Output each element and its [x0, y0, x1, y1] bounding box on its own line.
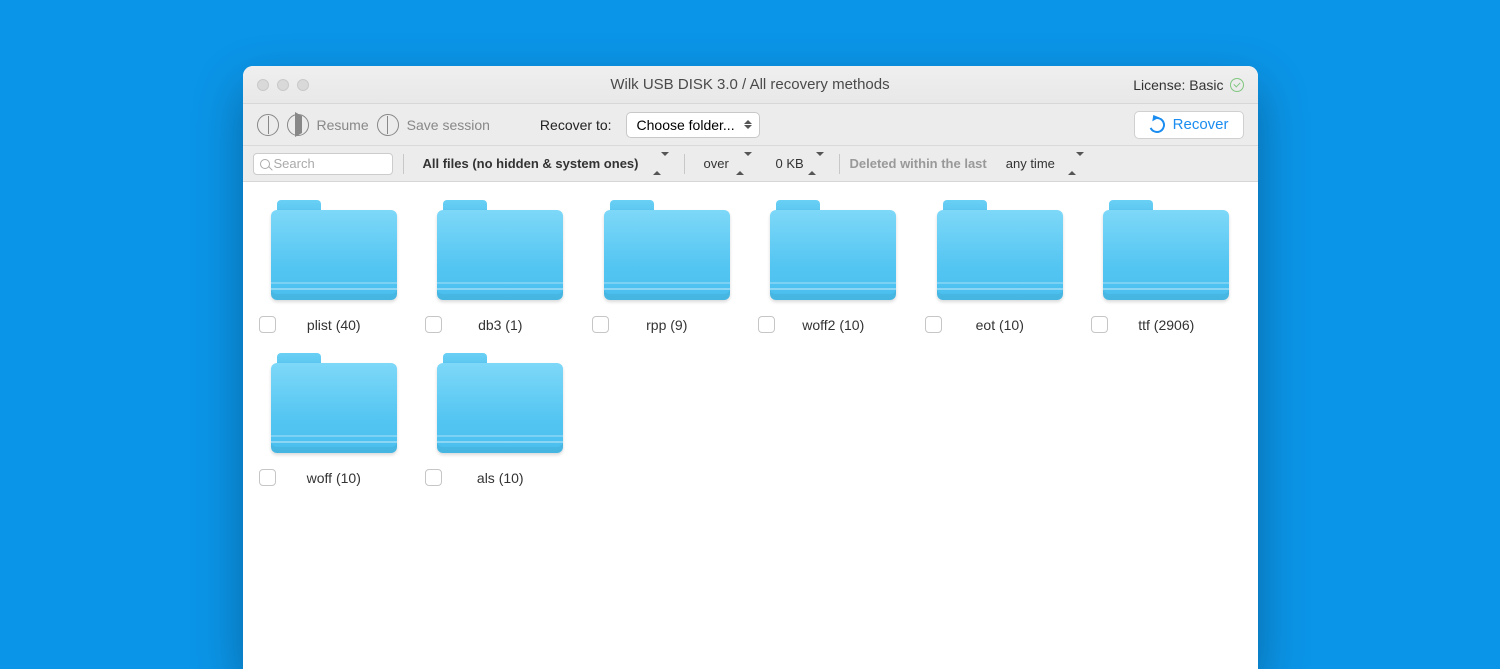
folder-item[interactable]: plist (40) — [251, 200, 418, 333]
divider — [684, 154, 685, 174]
search-icon — [260, 159, 270, 169]
recover-to-select[interactable]: Choose folder... — [626, 112, 760, 138]
folder-label: eot (10) — [925, 317, 1076, 333]
recover-button-label: Recover — [1173, 116, 1229, 133]
resume-button[interactable] — [287, 114, 309, 136]
folder-item[interactable]: als (10) — [417, 353, 584, 486]
resume-label: Resume — [317, 117, 369, 133]
folder-grid: plist (40) db3 (1) rpp (9) woff2 (10) eot (1… — [251, 200, 1250, 486]
folder-icon — [604, 200, 730, 300]
folder-label: woff2 (10) — [758, 317, 909, 333]
folder-icon — [271, 353, 397, 453]
check-circle-icon — [1230, 78, 1244, 92]
updown-icon — [808, 156, 824, 171]
app-window: Wilk USB DISK 3.0 / All recovery methods… — [243, 66, 1258, 669]
file-filter-select[interactable]: All files (no hidden & system ones) — [414, 153, 674, 175]
deleted-time-value: any time — [1006, 156, 1055, 171]
folder-item[interactable]: woff (10) — [251, 353, 418, 486]
folder-icon — [437, 353, 563, 453]
search-input[interactable]: Search — [253, 153, 393, 175]
play-icon — [293, 116, 302, 134]
download-icon — [387, 116, 388, 134]
save-session-label: Save session — [407, 117, 490, 133]
search-placeholder: Search — [274, 156, 315, 171]
filter-toolbar: Search All files (no hidden & system one… — [243, 146, 1258, 182]
folder-icon — [937, 200, 1063, 300]
file-filter-value: All files (no hidden & system ones) — [423, 156, 639, 171]
folder-item[interactable]: db3 (1) — [417, 200, 584, 333]
updown-icon — [653, 156, 669, 171]
minimize-icon[interactable] — [277, 79, 289, 91]
license-label: License: Basic — [1133, 77, 1223, 93]
size-op-value: over — [704, 156, 729, 171]
folder-icon — [770, 200, 896, 300]
folder-label: als (10) — [425, 470, 576, 486]
folder-item[interactable]: eot (10) — [917, 200, 1084, 333]
folder-item[interactable]: rpp (9) — [584, 200, 751, 333]
size-op-select[interactable]: over — [695, 153, 757, 175]
folder-label: woff (10) — [259, 470, 410, 486]
folder-label: plist (40) — [259, 317, 410, 333]
zoom-icon[interactable] — [297, 79, 309, 91]
updown-icon — [1068, 156, 1084, 171]
window-controls — [257, 79, 309, 91]
close-icon[interactable] — [257, 79, 269, 91]
size-value-select[interactable]: 0 KB — [767, 153, 829, 175]
folder-icon — [271, 200, 397, 300]
back-button[interactable] — [257, 114, 279, 136]
folder-label: ttf (2906) — [1091, 317, 1242, 333]
refresh-icon — [1146, 114, 1167, 135]
results-area: plist (40) db3 (1) rpp (9) woff2 (10) eot (1… — [243, 182, 1258, 669]
folder-label: rpp (9) — [592, 317, 743, 333]
folder-label: db3 (1) — [425, 317, 576, 333]
window-title: Wilk USB DISK 3.0 / All recovery methods — [243, 76, 1258, 93]
main-toolbar: Resume Save session Recover to: Choose f… — [243, 104, 1258, 146]
deleted-time-select[interactable]: any time — [997, 153, 1089, 175]
updown-icon — [743, 120, 753, 129]
folder-item[interactable]: woff2 (10) — [750, 200, 917, 333]
divider — [403, 154, 404, 174]
license-indicator[interactable]: License: Basic — [1133, 77, 1243, 93]
recover-button[interactable]: Recover — [1134, 111, 1244, 139]
recover-to-value: Choose folder... — [637, 117, 735, 133]
recover-to-label: Recover to: — [540, 117, 612, 133]
folder-icon — [437, 200, 563, 300]
divider — [839, 154, 840, 174]
updown-icon — [736, 156, 752, 171]
size-value: 0 KB — [776, 156, 804, 171]
save-session-button[interactable] — [377, 114, 399, 136]
deleted-within-label: Deleted within the last — [850, 156, 987, 171]
folder-icon — [1103, 200, 1229, 300]
title-bar: Wilk USB DISK 3.0 / All recovery methods… — [243, 66, 1258, 104]
folder-item[interactable]: ttf (2906) — [1083, 200, 1250, 333]
chevron-left-icon — [266, 116, 269, 134]
